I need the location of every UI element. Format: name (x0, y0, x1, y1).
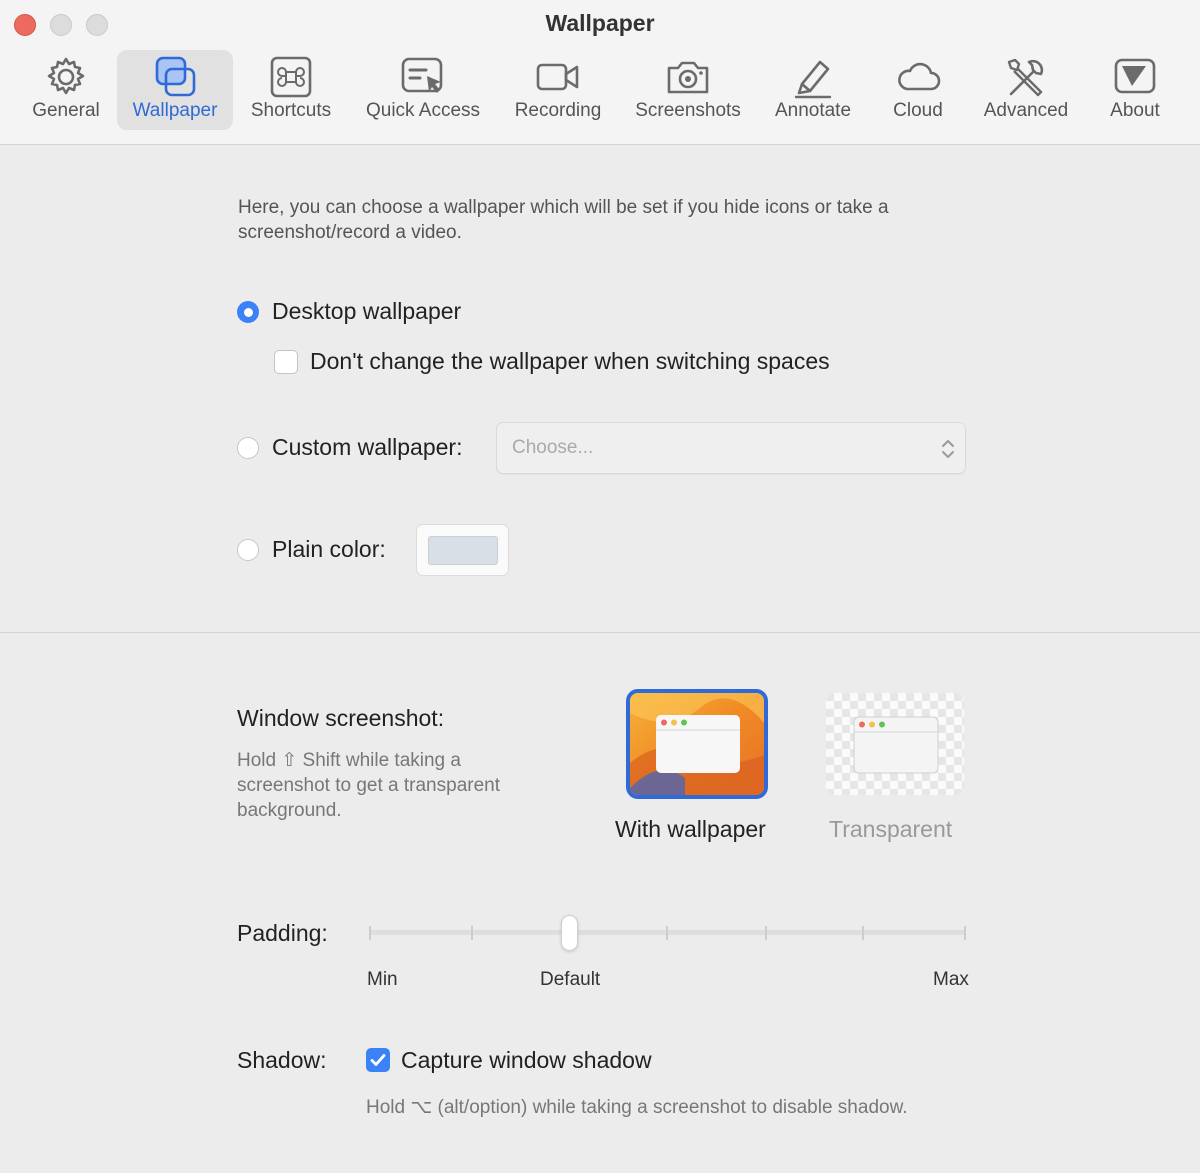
tools-icon (1007, 58, 1044, 97)
capture-shadow-checkbox[interactable] (366, 1048, 390, 1072)
tab-label: About (1110, 100, 1160, 121)
settings-content: Here, you can choose a wallpaper which w… (0, 145, 1200, 1173)
tab-advanced[interactable]: Advanced (974, 50, 1078, 130)
padding-label: Padding: (237, 920, 328, 946)
slider-tick (666, 926, 668, 940)
desktop-wallpaper-radio[interactable] (237, 301, 259, 323)
tab-label: Cloud (893, 100, 943, 121)
wallpaper-preview-image (630, 693, 764, 795)
section-divider (0, 632, 1200, 633)
no-change-wallpaper-checkbox[interactable] (274, 350, 298, 374)
tab-screenshots[interactable]: Screenshots (626, 50, 750, 130)
wallpaper-description: Here, you can choose a wallpaper which w… (238, 197, 889, 243)
transparent-option[interactable] (826, 693, 964, 795)
with-wallpaper-label[interactable]: With wallpaper (615, 816, 766, 843)
slider-tick (964, 926, 966, 940)
no-change-wallpaper-label[interactable]: Don't change the wallpaper when switchin… (310, 348, 830, 375)
custom-wallpaper-radio[interactable] (237, 437, 259, 459)
select-placeholder: Choose... (512, 437, 594, 458)
color-swatch (428, 536, 498, 565)
padding-default-label: Default (540, 969, 601, 990)
camera-icon (667, 61, 709, 94)
tab-label: General (32, 100, 100, 121)
tab-general[interactable]: General (22, 50, 110, 130)
tab-label: Annotate (774, 100, 852, 121)
capture-shadow-label[interactable]: Capture window shadow (401, 1047, 652, 1074)
toolbar: Wallpaper General Wallpaper Shortcuts Qu… (0, 0, 1200, 145)
tab-cloud[interactable]: Cloud (874, 50, 962, 130)
tab-label: Advanced (983, 100, 1069, 121)
checkmark-icon (370, 1054, 386, 1066)
custom-wallpaper-select[interactable]: Choose... (496, 422, 966, 474)
custom-wallpaper-label[interactable]: Custom wallpaper: (272, 434, 462, 461)
about-icon (1114, 58, 1156, 94)
slider-tick (471, 926, 473, 940)
transparent-label[interactable]: Transparent (829, 816, 952, 843)
transparent-preview-image (826, 693, 964, 795)
padding-slider-knob[interactable] (561, 915, 578, 951)
tab-about[interactable]: About (1096, 50, 1174, 130)
wallpaper-icon (155, 56, 196, 97)
quick-access-icon (401, 57, 443, 93)
command-icon (270, 56, 312, 98)
gear-icon (47, 57, 85, 95)
tab-annotate[interactable]: Annotate (766, 50, 860, 130)
tab-label: Recording (514, 100, 602, 121)
pen-icon (794, 60, 832, 99)
desktop-wallpaper-label[interactable]: Desktop wallpaper (272, 298, 461, 325)
tab-shortcuts[interactable]: Shortcuts (240, 50, 342, 130)
tab-label: Shortcuts (250, 100, 332, 121)
video-camera-icon (536, 63, 579, 91)
plain-color-label[interactable]: Plain color: (272, 536, 386, 563)
plain-color-radio[interactable] (237, 539, 259, 561)
window-screenshot-title: Window screenshot: (237, 705, 445, 731)
with-wallpaper-option[interactable] (626, 689, 768, 799)
window-screenshot-hint: Hold ⇧ Shift while taking a screenshot t… (237, 750, 500, 821)
slider-tick (765, 926, 767, 940)
tab-recording[interactable]: Recording (506, 50, 610, 130)
color-well[interactable] (416, 524, 509, 576)
window-title: Wallpaper (545, 10, 655, 36)
cloud-icon (898, 62, 941, 91)
tab-quick-access[interactable]: Quick Access (356, 50, 490, 130)
tab-label: Screenshots (635, 100, 741, 121)
preferences-window: Wallpaper General Wallpaper Shortcuts Qu… (0, 0, 1200, 1173)
tab-label: Quick Access (365, 100, 481, 121)
shadow-hint: Hold ⌥ (alt/option) while taking a scree… (366, 1097, 908, 1118)
padding-max-label: Max (933, 969, 969, 990)
shadow-label: Shadow: (237, 1047, 327, 1073)
slider-tick (369, 926, 371, 940)
slider-tick (862, 926, 864, 940)
tab-wallpaper[interactable]: Wallpaper (117, 50, 233, 130)
tab-label: Wallpaper (132, 100, 218, 121)
padding-min-label: Min (367, 969, 398, 990)
up-down-chevron-icon (942, 440, 954, 458)
